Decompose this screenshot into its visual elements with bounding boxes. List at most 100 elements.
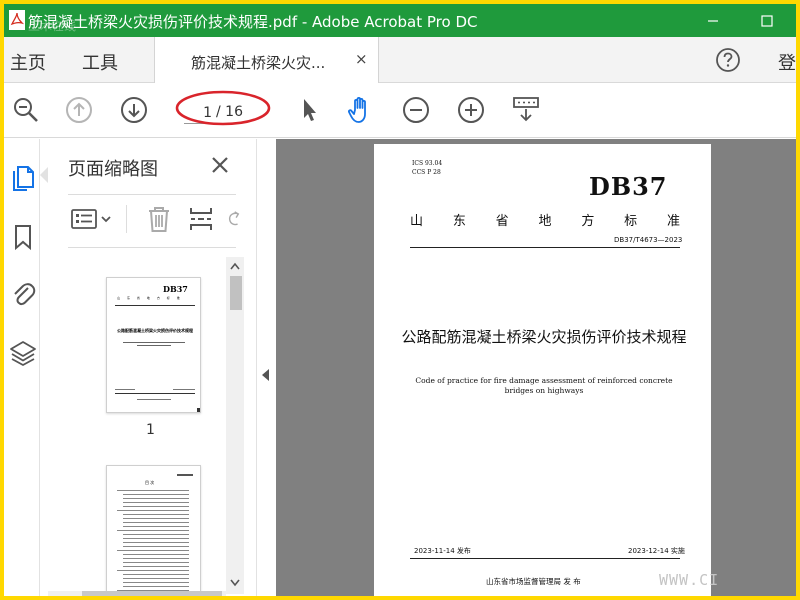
thumb-line bbox=[123, 342, 185, 343]
thumb-corner-mark bbox=[197, 408, 200, 412]
page-thumbnails-button[interactable] bbox=[9, 163, 37, 191]
heading-char: 地 bbox=[538, 214, 552, 229]
page-total: / 16 bbox=[216, 104, 243, 120]
zoom-out-button[interactable] bbox=[400, 94, 432, 126]
thumb-toc-line bbox=[123, 534, 189, 535]
insert-page-button[interactable] bbox=[186, 203, 216, 235]
thumb-toc-line bbox=[123, 526, 189, 527]
thumb-toc-line bbox=[123, 522, 189, 523]
thumb-toc-line bbox=[117, 510, 189, 511]
page-thumbnail-2[interactable]: 目 次 bbox=[106, 465, 201, 596]
trash-icon bbox=[149, 207, 169, 232]
ics-code: ICS 93.04 bbox=[412, 160, 443, 167]
panel-splitter[interactable] bbox=[256, 139, 276, 596]
next-page-button[interactable] bbox=[118, 94, 150, 126]
thumb-line bbox=[177, 474, 193, 476]
divider bbox=[126, 205, 127, 233]
rotate-page-button[interactable] bbox=[224, 203, 244, 235]
chevron-down-icon bbox=[230, 579, 240, 587]
thumb-title: 公路配筋混凝土桥梁火灾损伤评价技术规程 bbox=[117, 328, 193, 333]
heading-char: 标 bbox=[624, 214, 638, 229]
thumb-toc-line bbox=[117, 530, 189, 531]
zoom-in-button[interactable] bbox=[455, 94, 487, 126]
select-tool-button[interactable] bbox=[293, 94, 325, 126]
thumb-toc-line bbox=[123, 586, 189, 587]
title-bar: 土木在线 筋混凝土桥梁火灾损伤评价技术规程.pdf - Adobe Acroba… bbox=[4, 4, 796, 37]
thumb-toc-line bbox=[123, 578, 189, 579]
thumb-rule bbox=[115, 393, 195, 394]
heading-char: 东 bbox=[452, 214, 466, 229]
bookmarks-button[interactable] bbox=[9, 223, 37, 251]
pdf-page: ICS 93.04 CCS P 28 DB37 山 东 省 地 方 标 准 DB… bbox=[374, 144, 711, 596]
zoom-minus-icon bbox=[403, 97, 429, 123]
thumb-line bbox=[115, 389, 135, 390]
document-view[interactable]: ICS 93.04 CCS P 28 DB37 山 东 省 地 方 标 准 DB… bbox=[276, 139, 796, 596]
thumb-db-label: DB37 bbox=[163, 284, 188, 294]
heading-char: 准 bbox=[666, 214, 680, 229]
hand-tool-button[interactable] bbox=[345, 94, 377, 126]
document-tab[interactable]: 筋混凝土桥梁火灾... × bbox=[154, 37, 379, 83]
publisher: 山东省市场监督管理局 发 布 bbox=[486, 577, 581, 586]
collapse-panel-arrow[interactable] bbox=[262, 369, 269, 381]
thumb-line bbox=[137, 345, 171, 346]
page-number-input[interactable] bbox=[184, 102, 214, 124]
thumb-line bbox=[137, 399, 171, 400]
navigation-rail bbox=[4, 139, 48, 596]
zoom-out-magnifier-icon bbox=[14, 98, 38, 122]
minimize-button[interactable] bbox=[690, 4, 736, 37]
attachments-button[interactable] bbox=[9, 279, 37, 307]
rotate-icon bbox=[228, 211, 240, 226]
previous-page-button[interactable] bbox=[63, 94, 95, 126]
zoom-out-magnifier-button[interactable] bbox=[10, 94, 42, 126]
thumb-toc-line bbox=[123, 518, 189, 519]
thumb-toc-line bbox=[123, 558, 189, 559]
divider bbox=[68, 247, 236, 248]
bookmark-icon bbox=[15, 225, 31, 251]
page-up-icon bbox=[66, 97, 92, 123]
help-icon[interactable] bbox=[715, 47, 741, 73]
acrobat-window: 土木在线 筋混凝土桥梁火灾损伤评价技术规程.pdf - Adobe Acroba… bbox=[4, 4, 796, 596]
thumb-toc-line bbox=[123, 574, 189, 575]
active-panel-caret bbox=[40, 167, 48, 183]
scroll-up-button[interactable] bbox=[226, 257, 244, 275]
menu-home[interactable]: 主页 bbox=[10, 49, 46, 75]
document-title: 公路配筋混凝土桥梁火灾损伤评价技术规程 bbox=[401, 328, 687, 346]
thumbnail-page-number: 1 bbox=[146, 422, 155, 438]
thumb-toc-line bbox=[123, 494, 189, 495]
thumb-rule bbox=[115, 305, 195, 306]
divider bbox=[68, 194, 236, 195]
thumb-toc-line bbox=[123, 538, 189, 539]
layers-icon bbox=[10, 341, 36, 366]
thumbnail-scrollbar-thumb[interactable] bbox=[230, 276, 242, 310]
maximize-button[interactable] bbox=[744, 4, 790, 37]
page-down-icon bbox=[121, 97, 147, 123]
select-pointer-icon bbox=[304, 99, 316, 121]
page-thumbnail-1[interactable]: DB37 山 东 省 地 方 标 准 公路配筋混凝土桥梁火灾损伤评价技术规程 bbox=[106, 277, 201, 413]
horizontal-scrollbar-thumb[interactable] bbox=[82, 591, 222, 596]
standard-number: DB37/T4673—2023 bbox=[614, 236, 683, 244]
heading-char: 省 bbox=[495, 214, 509, 229]
thumb-toc-header: 目 次 bbox=[145, 480, 155, 485]
thumb-toc-line bbox=[123, 582, 189, 583]
province-standard-heading: 山 东 省 地 方 标 准 bbox=[410, 210, 680, 229]
chevron-up-icon bbox=[230, 262, 240, 270]
scroll-mode-button[interactable] bbox=[510, 94, 542, 126]
thumb-toc-line bbox=[123, 546, 189, 547]
heading-char: 方 bbox=[581, 214, 595, 229]
thumb-toc-line bbox=[123, 514, 189, 515]
close-icon bbox=[212, 157, 228, 173]
thumbnail-options-button[interactable] bbox=[70, 203, 118, 235]
maximize-icon bbox=[761, 14, 773, 27]
scroll-down-button[interactable] bbox=[226, 574, 244, 592]
thumb-toc-line bbox=[123, 506, 189, 507]
close-panel-button[interactable] bbox=[208, 153, 232, 177]
layers-button[interactable] bbox=[9, 339, 37, 367]
delete-page-button[interactable] bbox=[144, 203, 174, 235]
tab-close-button[interactable]: × bbox=[355, 50, 368, 68]
header-rule bbox=[410, 247, 680, 248]
panel-title: 页面缩略图 bbox=[68, 159, 158, 180]
menu-tools[interactable]: 工具 bbox=[82, 49, 118, 75]
pdf-icon bbox=[9, 10, 25, 30]
thumb-toc-line bbox=[123, 502, 189, 503]
sign-in-link[interactable]: 登 bbox=[778, 49, 796, 75]
